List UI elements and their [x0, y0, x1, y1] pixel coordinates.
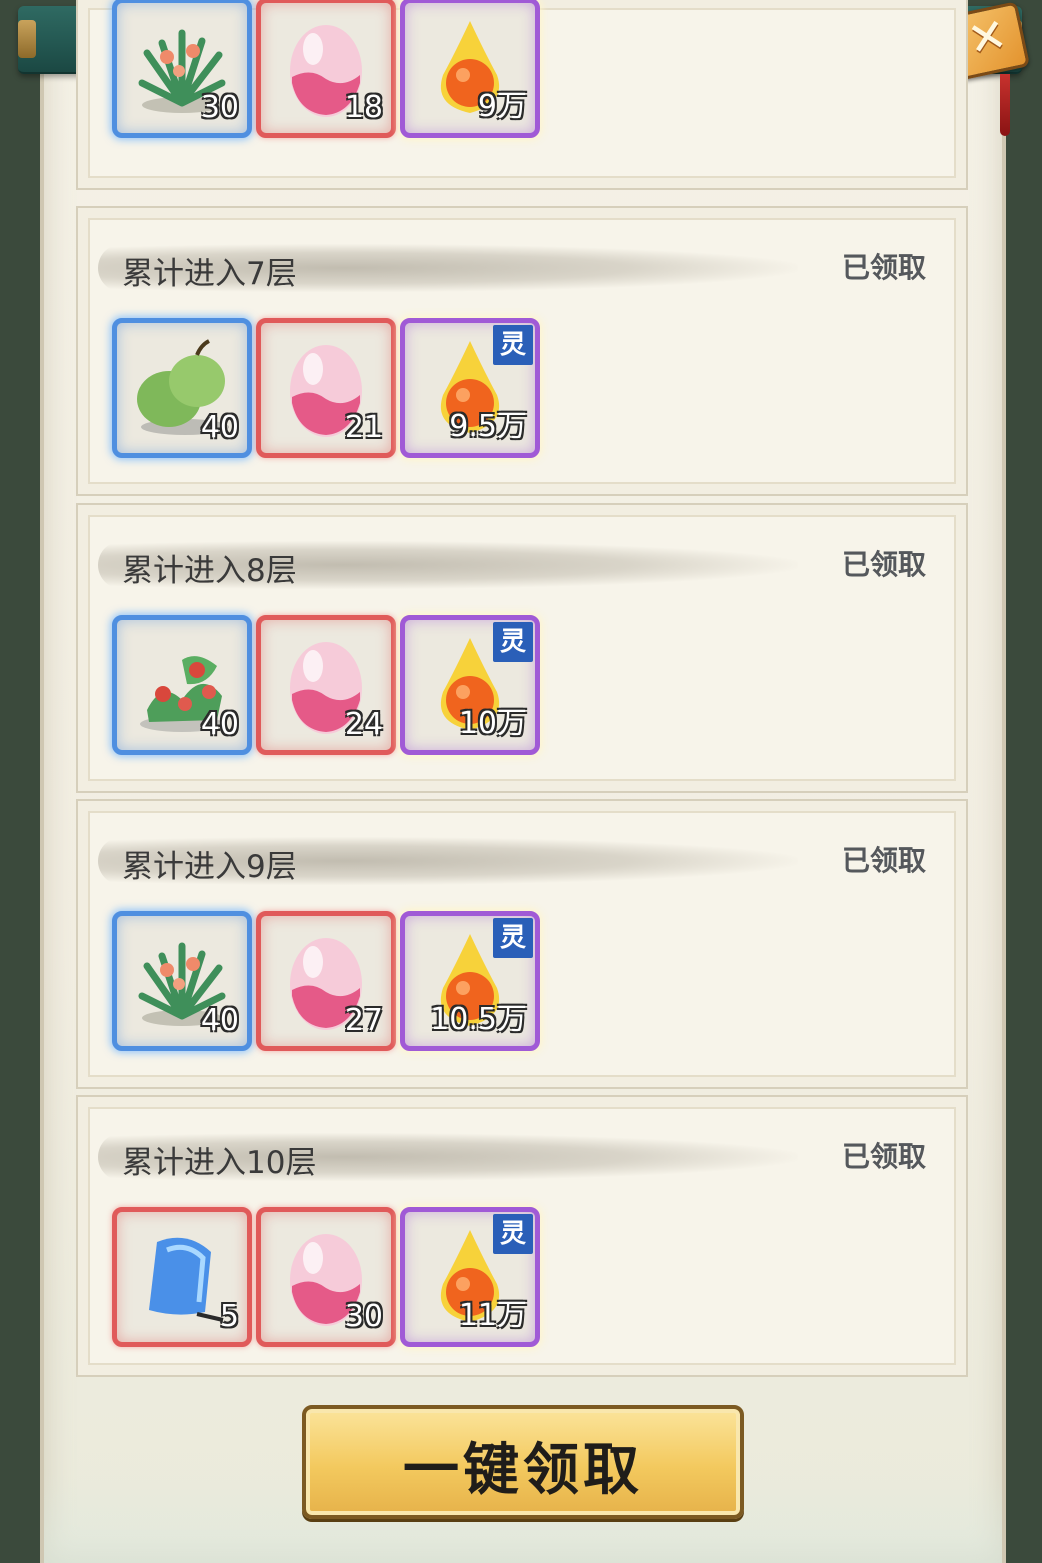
- spirit-badge: 灵: [493, 918, 533, 958]
- reward-item-pink-egg[interactable]: 30: [256, 1207, 396, 1347]
- card-header: 累计进入8层: [98, 535, 798, 593]
- item-count: 11万: [458, 1298, 527, 1333]
- card-header: 累计进入9层: [98, 831, 798, 889]
- claimed-status: 已领取: [841, 844, 926, 877]
- reward-item-fire-orb[interactable]: 9万: [400, 0, 540, 138]
- floor-milestone-label: 累计进入10层: [122, 1145, 317, 1181]
- item-count: 10万: [458, 706, 527, 741]
- tassel-decoration: [1000, 74, 1010, 136]
- claimed-status: 已领取: [841, 251, 926, 284]
- reward-item-melon[interactable]: 40: [112, 318, 252, 458]
- reward-item-red-flower-bush[interactable]: 40: [112, 615, 252, 755]
- reward-item-blue-flag[interactable]: 5: [112, 1207, 252, 1347]
- spirit-badge: 灵: [493, 1214, 533, 1254]
- spirit-badge: 灵: [493, 325, 533, 365]
- reward-item-herb-bush[interactable]: 30: [112, 0, 252, 138]
- item-count: 5: [219, 1299, 239, 1334]
- item-count: 9万: [477, 89, 527, 124]
- item-count: 30: [200, 90, 239, 125]
- floor-milestone-label: 累计进入7层: [122, 256, 297, 292]
- floor-milestone-label: 累计进入8层: [122, 553, 297, 589]
- reward-item-pink-egg[interactable]: 24: [256, 615, 396, 755]
- item-count: 21: [344, 410, 383, 445]
- reward-card: 累计进入8层 已领取 40 24 灵 10万: [76, 503, 968, 793]
- item-count: 18: [344, 90, 383, 125]
- reward-card: 累计进入10层 已领取 5 30 灵 11万: [76, 1095, 968, 1377]
- card-header: 累计进入7层: [98, 238, 798, 296]
- reward-item-fire-orb[interactable]: 灵 10万: [400, 615, 540, 755]
- item-count: 24: [344, 707, 383, 742]
- reward-card: 累计进入7层 已领取 40 21 灵 9.5万: [76, 206, 968, 496]
- claim-all-button[interactable]: 一键领取: [302, 1405, 744, 1519]
- reward-item-fire-orb[interactable]: 灵 10.5万: [400, 911, 540, 1051]
- reward-card: 30 18 9万: [76, 0, 968, 190]
- scroll-rod-left: [18, 20, 36, 58]
- item-count: 40: [200, 1003, 239, 1038]
- reward-item-fire-orb[interactable]: 灵 11万: [400, 1207, 540, 1347]
- claimed-status: 已领取: [841, 548, 926, 581]
- reward-item-pink-egg[interactable]: 21: [256, 318, 396, 458]
- reward-item-herb-bush[interactable]: 40: [112, 911, 252, 1051]
- item-count: 40: [200, 707, 239, 742]
- claimed-status: 已领取: [841, 1140, 926, 1173]
- claim-all-label: 一键领取: [403, 1438, 643, 1503]
- item-count: 40: [200, 410, 239, 445]
- reward-item-pink-egg[interactable]: 18: [256, 0, 396, 138]
- reward-item-pink-egg[interactable]: 27: [256, 911, 396, 1051]
- item-count: 10.5万: [430, 1002, 527, 1037]
- spirit-badge: 灵: [493, 622, 533, 662]
- item-count: 27: [344, 1003, 383, 1038]
- card-header: 累计进入10层: [98, 1127, 798, 1185]
- item-count: 30: [344, 1299, 383, 1334]
- floor-milestone-label: 累计进入9层: [122, 849, 297, 885]
- item-count: 9.5万: [449, 409, 527, 444]
- reward-card: 累计进入9层 已领取 40 27 灵 10.5万: [76, 799, 968, 1089]
- reward-item-fire-orb[interactable]: 灵 9.5万: [400, 318, 540, 458]
